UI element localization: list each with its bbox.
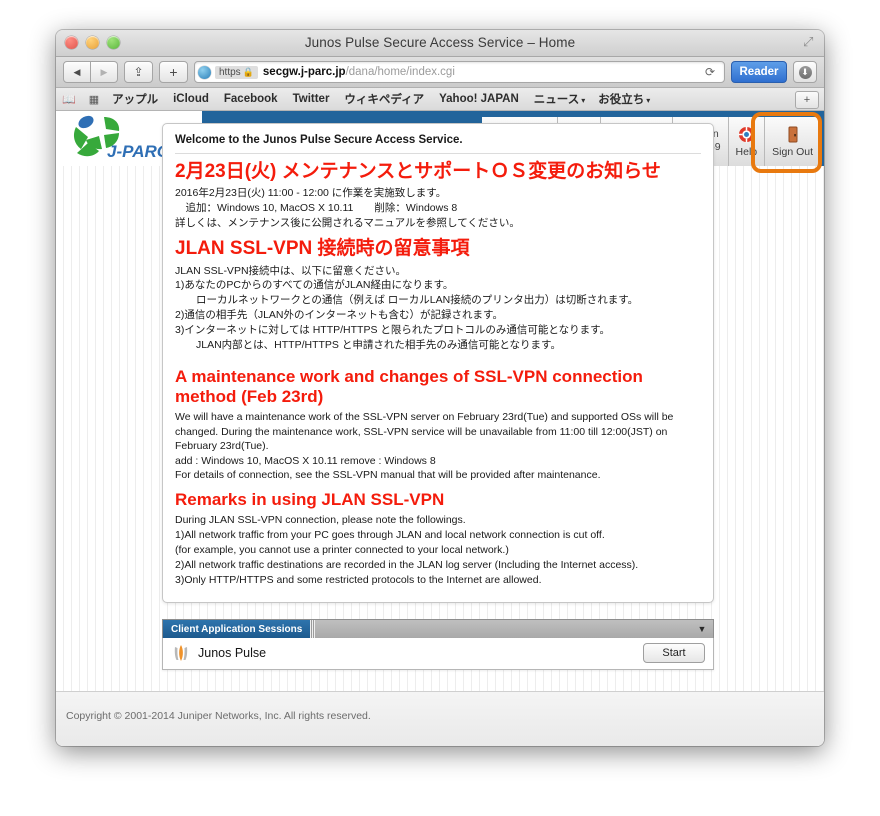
fullscreen-icon[interactable]: ⤢ <box>803 35 817 49</box>
download-arrow-icon: ⬇ <box>798 65 812 79</box>
svg-text:J-PARC: J-PARC <box>107 142 170 161</box>
jp2-line-5: JLAN内部とは、HTTP/HTTPS と申請された相手先のみ通信可能となります… <box>175 339 561 352</box>
jp2-line-2: ローカルネットワークとの通信（例えば ローカルLAN接続のプリンタ出力）は切断さ… <box>175 294 639 307</box>
https-label: https <box>219 66 241 78</box>
junos-pulse-label: Junos Pulse <box>198 646 267 660</box>
bookmark-label: Twitter <box>292 93 330 105</box>
web-page: J-PARC Logged-in as: z-yokota Home <box>56 111 824 746</box>
heading-jp-remarks: JLAN SSL-VPN 接続時の留意事項 <box>175 238 470 260</box>
help-label: Help <box>735 145 758 158</box>
url-path: /dana/home/index.cgi <box>345 66 455 78</box>
bookmarks-bar: 📖 ▦ アップル iCloud Facebook Twitter ウィキペディア… <box>56 88 824 111</box>
page-footer: Copyright © 2001-2014 Juniper Networks, … <box>56 691 824 746</box>
reload-icon[interactable]: ⟳ <box>701 65 719 79</box>
bookmark-label: お役立ち <box>598 94 645 106</box>
browser-toolbar: ◀ ▶ ⇪ + https 🔒 secgw.j-parc.jp /dana/ho… <box>56 57 824 88</box>
en1-paragraph: We will have a maintenance work of the S… <box>175 411 674 453</box>
maximize-window-icon[interactable] <box>107 36 120 49</box>
reading-list-icon[interactable]: 📖 <box>62 93 76 106</box>
lock-icon: 🔒 <box>242 66 254 77</box>
jp1-line-2: 詳しくは、メンテナンス後に公開されるマニュアルを参照してください。 <box>175 217 520 230</box>
window-titlebar: Junos Pulse Secure Access Service – Home… <box>56 30 824 57</box>
bookmark-label: ニュース <box>533 94 580 106</box>
add-bookmark-button[interactable]: + <box>795 91 819 109</box>
en2-line-1: 1)All network traffic from your PC goes … <box>175 529 605 542</box>
bookmark-label: ウィキペディア <box>344 94 425 106</box>
navigation-button-group: ◀ ▶ <box>63 61 118 83</box>
welcome-content-card: Welcome to the Junos Pulse Secure Access… <box>162 123 714 603</box>
junos-pulse-icon <box>174 645 188 661</box>
sign-out-label: Sign Out <box>772 145 813 158</box>
collapse-panel-icon[interactable]: ▼ <box>691 620 713 638</box>
bookmark-item-0[interactable]: アップル <box>112 91 160 107</box>
bookmark-item-6[interactable]: ニュース ▾ <box>534 91 585 107</box>
panel-header-filler <box>315 620 691 638</box>
copyright-text: Copyright © 2001-2014 Juniper Networks, … <box>66 710 371 722</box>
bookmark-item-3[interactable]: Twitter <box>293 93 332 105</box>
browser-window: Junos Pulse Secure Access Service – Home… <box>56 30 824 746</box>
heading-en-remarks: Remarks in using JLAN SSL-VPN <box>175 490 445 510</box>
door-exit-icon <box>786 125 800 145</box>
window-title: Junos Pulse Secure Access Service – Home <box>304 35 576 50</box>
new-tab-button[interactable]: + <box>159 61 188 83</box>
heading-jp-maintenance: 2月23日(火) メンテナンスとサポートＯＳ変更のお知らせ <box>175 161 661 182</box>
help-button[interactable]: Help <box>728 117 766 166</box>
bookmark-item-4[interactable]: ウィキペディア <box>344 91 426 107</box>
sessions-row: Junos Pulse Start <box>162 638 714 670</box>
jp2-line-1: 1)あなたのPCからのすべての通信がJLAN経由になります。 <box>175 279 454 292</box>
bookmark-item-5[interactable]: Yahoo! JAPAN <box>439 93 521 105</box>
bookmark-label: Facebook <box>223 93 278 105</box>
close-window-icon[interactable] <box>65 36 78 49</box>
reader-button[interactable]: Reader <box>731 61 787 83</box>
lifebuoy-help-icon <box>738 125 755 145</box>
downloads-button[interactable]: ⬇ <box>793 61 817 83</box>
forward-button[interactable]: ▶ <box>91 61 118 83</box>
en2-line-0: During JLAN SSL-VPN connection, please n… <box>175 514 466 527</box>
jp2-line-3: 2)通信の相手先（JLAN外のインターネットも含む）が記録されます。 <box>175 309 503 322</box>
jp1-line-1: 追加：Windows 10, MacOS X 10.11 削除：Windows … <box>175 202 458 215</box>
bookmark-label: Yahoo! JAPAN <box>439 93 519 105</box>
en2-line-3: 2)All network traffic destinations are r… <box>175 559 639 572</box>
en2-line-2: (for example, you cannot use a printer c… <box>175 544 509 557</box>
back-button[interactable]: ◀ <box>63 61 91 83</box>
welcome-message: Welcome to the Junos Pulse Secure Access… <box>175 134 701 154</box>
jp2-line-4: 3)インターネットに対しては HTTP/HTTPS と限られたプロトコルのみ通信… <box>175 324 611 337</box>
bookmark-item-1[interactable]: iCloud <box>173 93 211 105</box>
share-button[interactable]: ⇪ <box>124 61 153 83</box>
en1-line-1: For details of connection, see the SSL-V… <box>175 469 601 482</box>
https-badge: https 🔒 <box>215 65 258 79</box>
traffic-light-group <box>65 36 120 49</box>
bookmark-item-7[interactable]: お役立ち ▾ <box>598 91 650 107</box>
sessions-panel-header: Client Application Sessions ▼ <box>162 619 714 638</box>
jp2-line-0: JLAN SSL-VPN接続中は、以下に留意ください。 <box>175 264 407 277</box>
bookmark-label: iCloud <box>173 93 209 105</box>
bookmark-caret: ▾ <box>581 96 586 105</box>
site-globe-icon <box>198 65 211 79</box>
bookmark-item-2[interactable]: Facebook <box>224 93 280 105</box>
client-application-sessions-panel: Client Application Sessions ▼ Junos Puls… <box>162 619 714 670</box>
en2-line-4: 3)Only HTTP/HTTPS and some restricted pr… <box>175 574 542 586</box>
sessions-panel-title: Client Application Sessions <box>163 620 311 638</box>
bookmark-caret: ▾ <box>646 96 651 105</box>
minimize-window-icon[interactable] <box>86 36 99 49</box>
address-bar[interactable]: https 🔒 secgw.j-parc.jp /dana/home/index… <box>194 61 725 83</box>
sign-out-button[interactable]: Sign Out <box>765 117 820 166</box>
jp1-line-0: 2016年2月23日(火) 11:00 - 12:00 に作業を実施致します。 <box>175 187 447 200</box>
heading-en-maintenance: A maintenance work and changes of SSL-VP… <box>175 366 643 407</box>
bookmark-label: アップル <box>112 94 159 106</box>
start-button[interactable]: Start <box>643 643 705 663</box>
top-sites-icon[interactable]: ▦ <box>89 93 99 106</box>
en1-line-0: add : Windows 10, MacOS X 10.11 remove :… <box>175 454 436 467</box>
url-host: secgw.j-parc.jp <box>262 66 346 78</box>
